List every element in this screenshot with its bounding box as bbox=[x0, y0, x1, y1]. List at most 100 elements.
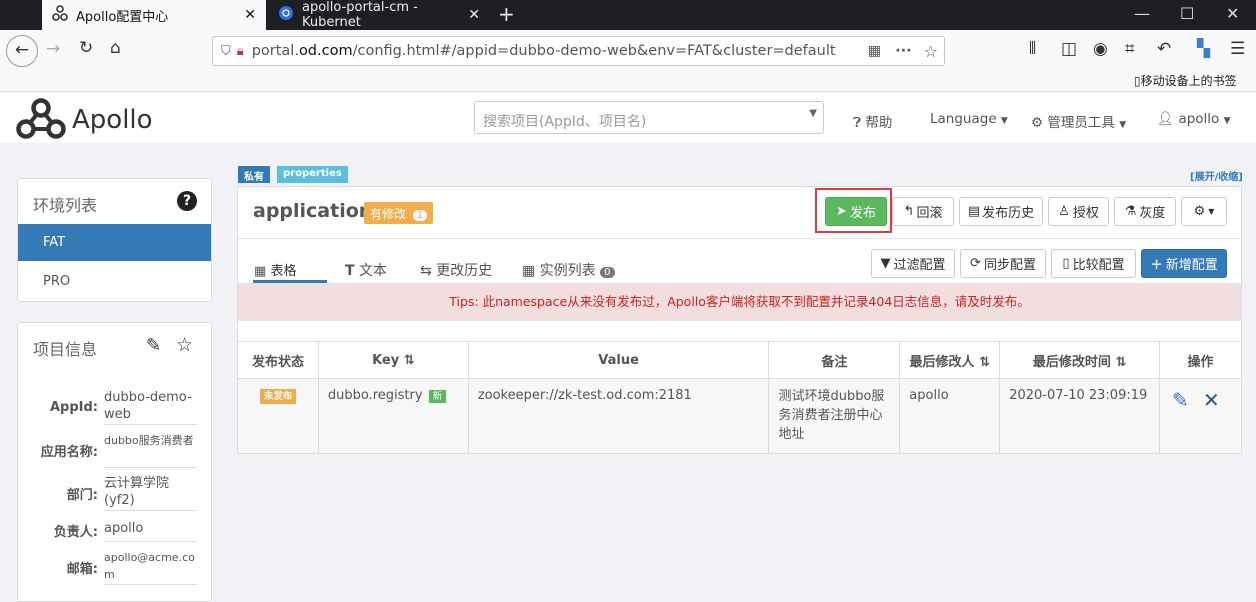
sort-icon: ⇅ bbox=[979, 354, 990, 370]
close-tab-icon[interactable]: ✕ bbox=[468, 7, 480, 23]
new-tab-button[interactable]: + bbox=[498, 2, 515, 26]
project-search-input[interactable]: 搜索项目(AppId、项目名) ▼ bbox=[474, 101, 824, 134]
edit-icon[interactable]: ✎ bbox=[1172, 388, 1189, 412]
qr-code-icon[interactable]: ▦ bbox=[868, 43, 881, 59]
config-modified-time: 2020-07-10 23:09:19 bbox=[999, 378, 1161, 454]
close-window-icon[interactable]: ✕ bbox=[1226, 4, 1239, 23]
info-row-department: 部门: 云计算学院(yf2) bbox=[18, 473, 211, 513]
add-config-button[interactable]: + 新增配置 bbox=[1141, 249, 1227, 278]
caret-down-icon: ▼ bbox=[1119, 120, 1127, 130]
rollback-icon: ↰ bbox=[903, 204, 915, 219]
apollo-logo-text[interactable]: Apollo bbox=[72, 105, 153, 135]
apollo-header: Apollo 搜索项目(AppId、项目名) ▼ ❓︎ 帮助 Language … bbox=[0, 93, 1256, 143]
col-operation: 操作 bbox=[1159, 341, 1242, 379]
tab-change-history[interactable]: ⇆ 更改历史 bbox=[420, 260, 492, 280]
gear-icon: ⚙ bbox=[1193, 204, 1206, 219]
admin-tools-menu[interactable]: ⚙ 管理员工具 ▼ bbox=[1031, 111, 1126, 131]
tab-title: apollo-portal-cm - Kubernet bbox=[302, 0, 418, 30]
help-menu[interactable]: ❓︎ 帮助 bbox=[853, 111, 892, 131]
library-icon[interactable]: ⫴ bbox=[1029, 39, 1036, 59]
sort-icon: ⇅ bbox=[1115, 354, 1127, 370]
sync-config-button[interactable]: ⟳ 同步配置 bbox=[960, 249, 1046, 278]
apollo-logo-icon[interactable] bbox=[16, 97, 66, 145]
filter-config-button[interactable]: ▼ 过滤配置 bbox=[871, 249, 955, 278]
col-modified-time[interactable]: 最后修改时间 ⇅ bbox=[999, 341, 1161, 379]
config-comment: 测试环境dubbo服务消费者注册中心地址 bbox=[768, 378, 901, 454]
url-domain: od.com bbox=[298, 43, 353, 59]
gray-release-button[interactable]: ⚗ 灰度 bbox=[1114, 197, 1176, 226]
col-status: 发布状态 bbox=[237, 341, 319, 379]
home-icon[interactable]: ⌂ bbox=[110, 38, 121, 58]
screenshot-icon[interactable]: ⌗ bbox=[1125, 39, 1135, 59]
env-item-pro[interactable]: PRO bbox=[18, 263, 211, 300]
panel-divider bbox=[238, 238, 1241, 239]
project-info-list: AppId: dubbo-demo-web 应用名称: dubbo服务消费者 部… bbox=[18, 387, 211, 587]
user-menu[interactable]: 👤︎ apollo ▼ bbox=[1157, 111, 1231, 127]
settings-dropdown-button[interactable]: ⚙ ▼ bbox=[1181, 197, 1227, 226]
close-tab-icon[interactable]: ✕ bbox=[244, 7, 256, 23]
sidebar-icon[interactable]: ◫ bbox=[1061, 39, 1077, 59]
modified-badge: 有修改 1 bbox=[364, 202, 434, 224]
expand-collapse-link[interactable]: [展开/收缩] bbox=[1190, 168, 1243, 183]
col-key[interactable]: Key ⇅ bbox=[317, 341, 469, 379]
plus-icon: + bbox=[1150, 254, 1163, 273]
active-tab-indicator bbox=[253, 280, 327, 283]
mobile-bookmarks[interactable]: ▯移动设备上的书签 bbox=[1134, 72, 1237, 89]
browser-nav-bar: ← → ↻ ⌂ ⛉ 🔒︎ portal. od.com/config.html#/… bbox=[0, 30, 1256, 92]
config-modifier: apollo bbox=[899, 378, 1001, 454]
maximize-window-icon[interactable]: ☐ bbox=[1180, 4, 1194, 23]
flask-icon: ⚗ bbox=[1124, 204, 1137, 219]
table-icon: ▦ bbox=[254, 264, 267, 279]
browser-tab-apollo[interactable]: Apollo配置中心 ✕ bbox=[42, 0, 266, 30]
info-row-appid: AppId: dubbo-demo-web bbox=[18, 387, 211, 427]
compare-config-button[interactable]: ▯ 比较配置 bbox=[1051, 249, 1136, 278]
bookmark-star-icon[interactable]: ☆ bbox=[924, 42, 938, 61]
delete-icon[interactable]: ✕ bbox=[1203, 388, 1220, 412]
rollback-button[interactable]: ↰ 回滚 bbox=[892, 197, 954, 226]
modified-count: 1 bbox=[412, 210, 428, 221]
shield-icon: ⛉ bbox=[221, 43, 231, 59]
caret-down-icon: ▼ bbox=[1223, 116, 1231, 126]
undo-icon[interactable]: ↶ bbox=[1157, 39, 1171, 59]
send-icon: ➤ bbox=[836, 204, 847, 219]
menu-icon[interactable]: ☰ bbox=[1230, 39, 1245, 59]
unpublished-badge: 未发布 bbox=[259, 389, 297, 404]
tips-banner: Tips: 此namespace从来没有发布过，Apollo客户端将获取不到配置… bbox=[238, 283, 1241, 321]
publish-button[interactable]: ➤ 发布 bbox=[825, 197, 887, 226]
config-key: dubbo.registry bbox=[327, 388, 423, 403]
new-badge: 新 bbox=[428, 390, 447, 403]
forward-icon[interactable]: → bbox=[46, 39, 60, 59]
tab-title: Apollo配置中心 bbox=[76, 9, 169, 25]
account-icon[interactable]: ◉ bbox=[1093, 39, 1108, 59]
language-menu[interactable]: Language ▼ bbox=[930, 111, 1008, 127]
more-actions-icon[interactable]: ··· bbox=[895, 43, 912, 59]
table-row: 未发布 dubbo.registry 新 zookeeper://zk-test… bbox=[237, 378, 1242, 454]
authorize-button[interactable]: ♙ 授权 bbox=[1048, 197, 1109, 226]
release-history-button[interactable]: ▤ 发布历史 bbox=[959, 197, 1043, 226]
filter-icon: ▼ bbox=[880, 256, 891, 271]
tab-text[interactable]: T 文本 bbox=[345, 260, 387, 280]
insecure-lock-icon: 🔒︎ bbox=[236, 43, 244, 59]
help-question-icon[interactable]: ? bbox=[177, 191, 197, 211]
minimize-window-icon[interactable]: — bbox=[1134, 4, 1150, 23]
back-icon[interactable]: ← bbox=[6, 35, 38, 67]
col-modifier[interactable]: 最后修改人 ⇅ bbox=[899, 341, 1001, 379]
env-item-fat[interactable]: FAT bbox=[18, 224, 211, 261]
edit-icon[interactable]: ✎ bbox=[146, 335, 161, 356]
address-bar[interactable]: ⛉ 🔒︎ portal. od.com/config.html#/appid=du… bbox=[212, 36, 945, 66]
config-value: zookeeper://zk-test.od.com:2181 bbox=[467, 378, 770, 454]
browser-tab-kubernetes[interactable]: apollo-portal-cm - Kubernet ✕ bbox=[268, 0, 490, 30]
reload-icon[interactable]: ↻ bbox=[79, 38, 93, 58]
url-prefix: portal. bbox=[251, 43, 299, 59]
sort-icon: ⇅ bbox=[403, 352, 415, 368]
tab-instances[interactable]: ▦ 实例列表 0 bbox=[522, 260, 615, 280]
calendar-icon: ▤ bbox=[967, 204, 981, 219]
user-icon: 👤︎ bbox=[1157, 111, 1175, 127]
tab-table[interactable]: ▦ 表格 bbox=[254, 260, 296, 279]
kubernetes-favicon-icon bbox=[278, 5, 294, 25]
col-comment: 备注 bbox=[768, 341, 901, 379]
config-table: 发布状态 Key ⇅ Value 备注 最后修改人 ⇅ 最后修改时间 ⇅ 操作 … bbox=[237, 341, 1242, 454]
question-circle-icon: ❓︎ bbox=[853, 115, 862, 131]
favorite-star-icon[interactable]: ☆ bbox=[176, 334, 193, 356]
extensions-icon[interactable]: ▚ bbox=[1197, 39, 1210, 59]
